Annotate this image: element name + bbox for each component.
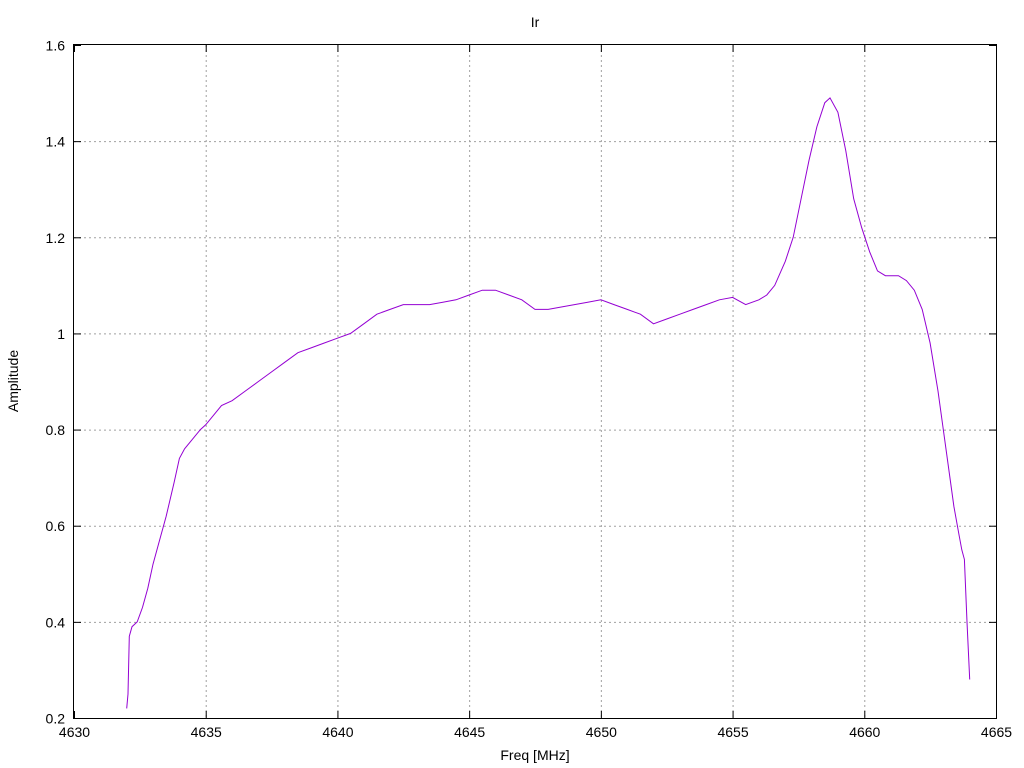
y-tick-label: 0.4 bbox=[46, 614, 66, 630]
x-tick-label: 4655 bbox=[717, 724, 748, 740]
x-tick-label: 4665 bbox=[981, 724, 1012, 740]
line-chart: 4630 4635 4640 4645 4650 4655 4660 46650.20.40.… bbox=[5, 14, 1013, 763]
x-tick-label: 4645 bbox=[454, 724, 485, 740]
y-tick-label: 1 bbox=[57, 326, 65, 342]
y-tick-label: 0.8 bbox=[46, 422, 66, 438]
y-tick-label: 0.6 bbox=[46, 518, 66, 534]
tick-labels: 4630 4635 4640 4645 4650 4655 4660 46650.20.40.… bbox=[46, 38, 1013, 741]
x-tick-label: 4635 bbox=[191, 724, 222, 740]
tick-marks bbox=[74, 45, 997, 719]
y-axis-label: Amplitude bbox=[5, 350, 21, 412]
plot-frame bbox=[73, 44, 997, 719]
x-tick-label: 4660 bbox=[849, 724, 880, 740]
y-tick-label: 0.2 bbox=[46, 711, 66, 727]
grid-lines bbox=[74, 45, 996, 718]
chart-title: Ir bbox=[531, 14, 540, 30]
x-tick-label: 4640 bbox=[322, 724, 353, 740]
y-tick-label: 1.2 bbox=[46, 230, 66, 246]
series-layer bbox=[126, 97, 971, 709]
series-line bbox=[126, 97, 971, 709]
y-tick-label: 1.6 bbox=[46, 38, 66, 54]
x-tick-label: 4650 bbox=[586, 724, 617, 740]
x-axis-label: Freq [MHz] bbox=[500, 747, 569, 763]
y-tick-label: 1.4 bbox=[46, 134, 66, 150]
